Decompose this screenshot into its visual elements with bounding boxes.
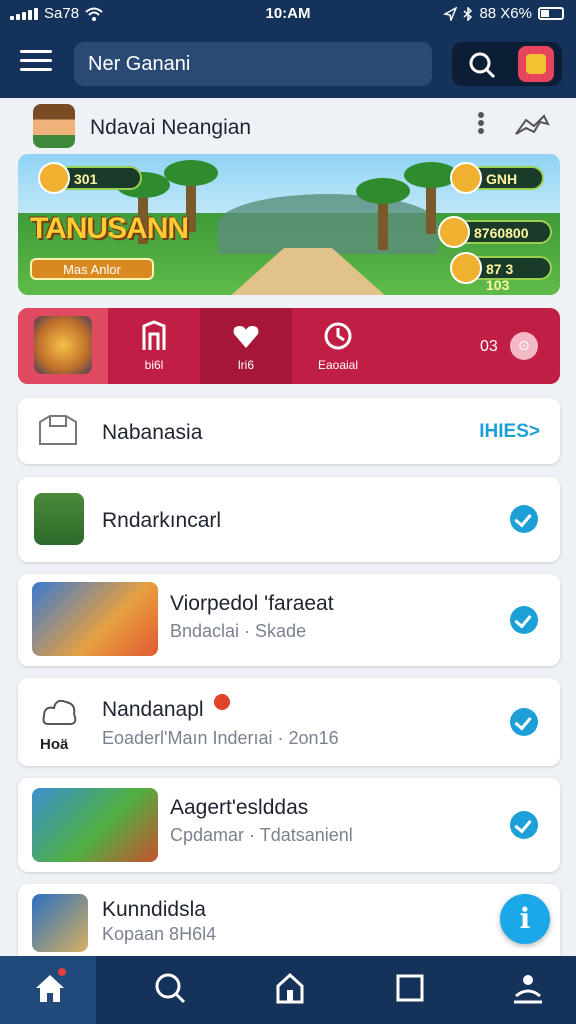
- section-header-card[interactable]: Nabanasia IHIES>: [18, 398, 560, 464]
- battery-icon: [538, 7, 564, 20]
- status-bar: Sa78 10:AM 88 X6%: [0, 0, 576, 30]
- check-icon[interactable]: [510, 606, 538, 634]
- item-title: Aagert'eslddas: [170, 796, 309, 819]
- item-subtitle: Kopaan 8H6l4: [102, 924, 217, 944]
- nav-people[interactable]: [478, 956, 574, 1024]
- profile-row: Ndavai Neangian: [0, 100, 576, 154]
- banner-button[interactable]: Mas Anlor: [30, 258, 154, 280]
- profile-name: Ndavai Neangian: [90, 116, 252, 139]
- square-icon: [396, 974, 424, 1002]
- nav-search[interactable]: [120, 956, 216, 1024]
- action-bar: bi6l lri6 Eaoaial 03 ⊙: [18, 308, 560, 384]
- nav-square[interactable]: [360, 956, 456, 1024]
- share-icon[interactable]: [512, 112, 552, 140]
- stat-value: GNH: [486, 171, 518, 187]
- game-banner[interactable]: TANUSANN Mas Anlor 301 GNH 8760800 87 3 …: [18, 154, 560, 295]
- action-item[interactable]: lri6: [200, 308, 292, 384]
- item-thumb-label: Hoä: [40, 736, 69, 753]
- nav-home[interactable]: [0, 956, 96, 1024]
- battery-percent: 88 X6%: [479, 5, 532, 22]
- action-item[interactable]: bi6l: [108, 308, 200, 384]
- location-icon: [443, 6, 458, 21]
- list-item[interactable]: Kunndidsla Kopaan 8H6l4: [18, 884, 560, 964]
- info-fab-button[interactable]: i: [500, 894, 550, 944]
- badge-icon: [214, 694, 230, 710]
- item-title: Rndarkıncarl: [102, 509, 222, 532]
- game-thumbnail: [32, 582, 158, 656]
- hamburger-menu-icon[interactable]: [20, 50, 52, 76]
- heart-icon: [233, 326, 259, 348]
- action-label: lri6: [237, 358, 254, 372]
- stat-value: 8760800: [474, 225, 529, 241]
- settings-icon[interactable]: ⊙: [510, 332, 538, 360]
- list-item[interactable]: Rndarkıncarl: [18, 477, 560, 562]
- stat-value: 301: [74, 171, 98, 187]
- mountain-graphic: [218, 194, 438, 254]
- avatar[interactable]: [33, 104, 75, 148]
- game-thumbnail[interactable]: [18, 308, 108, 384]
- banner-title: TANUSANN: [30, 212, 189, 245]
- see-all-link[interactable]: IHIES>: [479, 421, 540, 443]
- stat-pill: 8760800: [438, 216, 552, 248]
- game-app-button[interactable]: [512, 42, 562, 86]
- stat-pill: GNH: [450, 162, 544, 194]
- item-title: Viorpedol 'faraeat: [170, 592, 334, 615]
- door-icon: [142, 320, 166, 350]
- search-button[interactable]: [452, 42, 512, 86]
- search-icon: [469, 52, 496, 79]
- search-icon: [155, 973, 186, 1004]
- bottom-navigation: [0, 956, 576, 1024]
- list-item[interactable]: Viorpedol 'faraeat Bndaclai · Skade: [18, 574, 560, 666]
- house-icon: [276, 972, 304, 1004]
- people-icon: [514, 975, 542, 1004]
- notification-dot: [58, 968, 66, 976]
- game-app-icon: [518, 46, 554, 82]
- clock-icon: [324, 322, 352, 350]
- cloud-icon: [42, 699, 77, 725]
- section-title: Nabanasia: [102, 421, 203, 444]
- road-graphic: [228, 248, 388, 295]
- item-subtitle: Eoaderl'Maın Inderıai · 2on16: [102, 728, 339, 748]
- item-subtitle: Bndaclai · Skade: [170, 621, 307, 641]
- box-icon: [39, 415, 77, 445]
- gem-icon: [438, 216, 470, 248]
- action-label: bi6l: [144, 358, 164, 372]
- stat-pill: 87 3 103: [450, 252, 552, 293]
- coin-icon: [38, 162, 70, 194]
- list-item[interactable]: Aagert'eslddas Cpdamar · Tdatsanienl: [18, 778, 560, 872]
- more-vertical-icon[interactable]: [476, 112, 486, 140]
- item-title: Nandanapl: [102, 698, 204, 721]
- bluetooth-icon: [463, 6, 473, 21]
- list-item[interactable]: Hoä Nandanapl Eoaderl'Maın Inderıai · 2o…: [18, 678, 560, 766]
- character-icon: [450, 162, 482, 194]
- check-icon[interactable]: [510, 708, 538, 736]
- check-icon[interactable]: [510, 811, 538, 839]
- game-thumbnail: [34, 493, 84, 545]
- action-label: Eaoaial: [317, 358, 359, 372]
- search-input[interactable]: Ner Ganani: [74, 42, 432, 86]
- game-thumbnail-image: [34, 316, 92, 374]
- game-thumbnail: [32, 788, 158, 862]
- palm-tree-graphic: [404, 162, 458, 234]
- item-title: Kunndidsla: [102, 898, 206, 921]
- top-app-bar: Sa78 10:AM 88 X6% Ner Ganani: [0, 0, 576, 98]
- tool-icon: [450, 252, 482, 284]
- check-icon[interactable]: [510, 505, 538, 533]
- item-subtitle: Cpdamar · Tdatsanienl: [170, 825, 353, 845]
- stat-value: 87 3 103: [486, 261, 514, 293]
- palm-tree-graphic: [356, 178, 410, 250]
- action-count: 03: [480, 338, 498, 355]
- stat-pill: 301: [38, 162, 142, 194]
- game-thumbnail: [32, 894, 88, 952]
- action-item[interactable]: Eaoaial: [292, 308, 384, 384]
- nav-house[interactable]: [240, 956, 336, 1024]
